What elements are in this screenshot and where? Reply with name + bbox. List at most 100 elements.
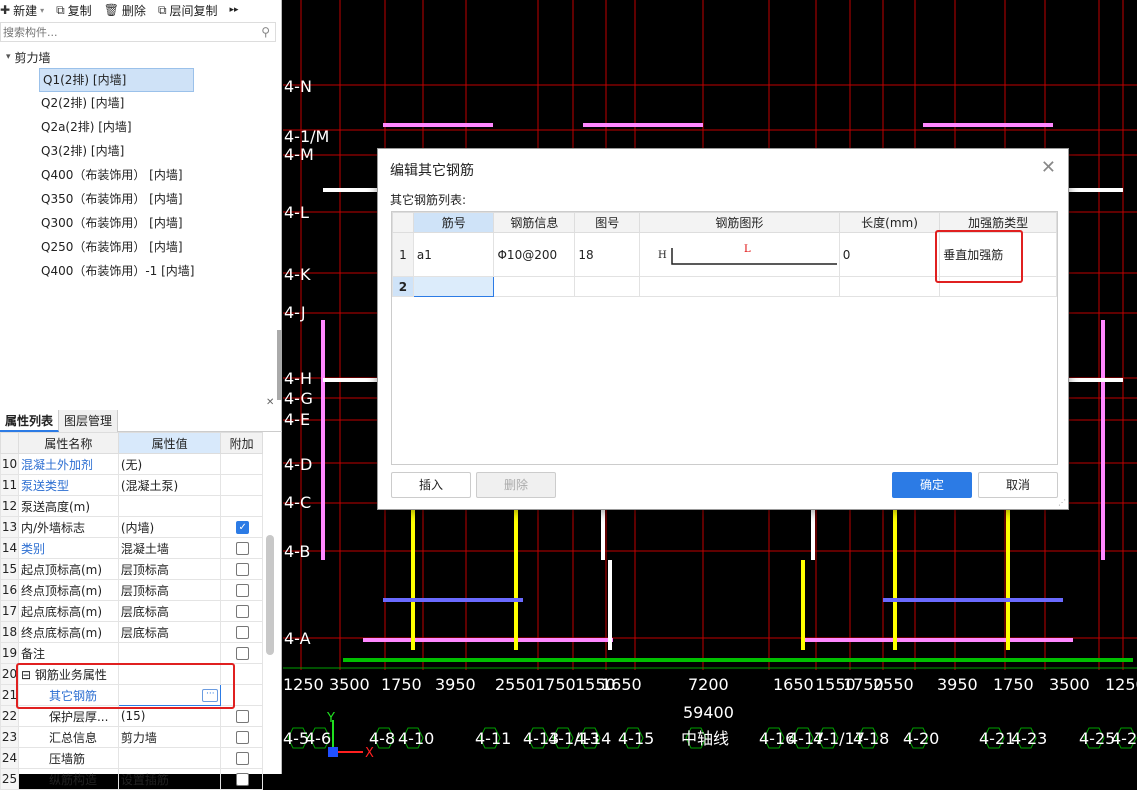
row-axis-label: 4-A (284, 629, 311, 648)
extra-cell (220, 642, 263, 664)
more-button[interactable]: ▸▸ (230, 5, 239, 15)
property-row[interactable]: 17 起点底标高(m) 层底标高 (0, 600, 263, 622)
checkbox[interactable] (236, 542, 250, 555)
cancel-button[interactable]: 取消 (978, 472, 1058, 498)
tree-item[interactable]: Q3(2排) [内墙] (0, 140, 278, 164)
collapse-arrow-icon[interactable]: ▾ (6, 52, 11, 62)
grid-cell[interactable]: a1 (412, 232, 495, 277)
tree-item[interactable]: Q350（布装饰用） [内墙] (0, 188, 278, 212)
row-number: 16 (0, 579, 19, 601)
insert-button[interactable]: 插入 (391, 472, 471, 498)
property-value[interactable]: 剪力墙 (117, 726, 222, 748)
tree-item[interactable]: Q2a(2排) [内墙] (0, 116, 278, 140)
layer-copy-button[interactable]: ⧉ 层间复制 (158, 2, 218, 19)
property-value[interactable] (117, 642, 222, 664)
property-value[interactable]: 层顶标高 (117, 579, 222, 601)
close-icon[interactable]: ✕ (1041, 157, 1056, 178)
property-scrollbar[interactable] (266, 535, 274, 655)
ok-button[interactable]: 确定 (892, 472, 972, 498)
row-axis-label: 4-N (284, 77, 312, 96)
checkbox[interactable] (236, 731, 250, 744)
grid-header[interactable]: 筋号 (412, 212, 495, 233)
tree-scrollbar[interactable] (277, 330, 282, 400)
property-value[interactable]: 设置插筋 (117, 768, 222, 790)
grid-cell[interactable]: 0 (838, 232, 941, 277)
checkbox[interactable] (236, 605, 250, 618)
close-icon[interactable]: ✕ (266, 397, 274, 408)
grid-header[interactable]: 钢筋信息 (493, 212, 576, 233)
grid-cell[interactable] (412, 276, 495, 297)
property-value[interactable]: (内墙) (117, 516, 222, 538)
property-name: 内/外墙标志 (17, 516, 119, 538)
delete-button[interactable]: 删除 (476, 472, 556, 498)
checkbox[interactable] (236, 710, 250, 723)
search-input[interactable] (3, 25, 253, 39)
property-value[interactable]: 层底标高 (117, 600, 222, 622)
col-extra-header: 附加 (220, 432, 263, 454)
tab-properties[interactable]: 属性列表 (0, 410, 60, 432)
column-axis-label: 4-6 (305, 729, 331, 748)
grid-cell[interactable] (493, 276, 576, 297)
grid-header[interactable]: 图号 (574, 212, 641, 233)
property-row[interactable]: 25 纵筋构造 设置插筋 (0, 768, 263, 790)
tree-root[interactable]: ▾ 剪力墙 (0, 46, 278, 68)
extra-cell (220, 747, 263, 769)
extra-cell (220, 768, 263, 790)
property-value[interactable] (117, 495, 222, 517)
checkbox[interactable] (236, 773, 250, 786)
dimension-label: 1250 (283, 675, 324, 694)
column-axis-label: 中轴线 (681, 729, 729, 748)
resize-grip-icon[interactable]: ⋰ (1058, 498, 1066, 507)
tree-item[interactable]: Q250（布装饰用） [内墙] (0, 236, 278, 260)
tree-item[interactable]: Q1(2排) [内墙] (0, 68, 278, 92)
property-row[interactable]: 14 类别 混凝土墙 (0, 537, 263, 559)
property-row[interactable]: 24 压墙筋 (0, 747, 263, 769)
copy-button[interactable]: ⧉ 复制 (56, 2, 92, 19)
search-icon[interactable]: ⚲ (261, 25, 270, 39)
row-number: 15 (0, 558, 19, 580)
tree-item[interactable]: Q300（布装饰用） [内墙] (0, 212, 278, 236)
grid-header[interactable]: 钢筋图形 (639, 212, 840, 233)
rebar-shape-cell[interactable]: H L (639, 232, 840, 277)
property-row[interactable]: 13 内/外墙标志 (内墙) ✓ (0, 516, 263, 538)
grid-cell[interactable]: 18 (574, 232, 641, 277)
checked-checkbox[interactable]: ✓ (236, 521, 250, 534)
property-value[interactable]: 层顶标高 (117, 558, 222, 580)
tree-item[interactable]: Q400（布装饰用）-1 [内墙] (0, 260, 278, 284)
checkbox[interactable] (236, 584, 250, 597)
property-row[interactable]: 16 终点顶标高(m) 层顶标高 (0, 579, 263, 601)
column-axis-label: 4-14 (575, 729, 611, 748)
row-axis-label: 4-E (284, 410, 310, 429)
property-value[interactable]: 层底标高 (117, 621, 222, 643)
delete-button[interactable]: 🗑 删除 (104, 2, 146, 19)
tree-item[interactable]: Q2(2排) [内墙] (0, 92, 278, 116)
property-row[interactable]: 12 泵送高度(m) (0, 495, 263, 517)
property-value[interactable]: 混凝土墙 (117, 537, 222, 559)
grid-cell[interactable] (838, 276, 941, 297)
tree-item[interactable]: Q400（布装饰用） [内墙] (0, 164, 278, 188)
dimension-label: 3950 (435, 675, 476, 694)
property-row[interactable]: 23 汇总信息 剪力墙 (0, 726, 263, 748)
checkbox[interactable] (236, 626, 250, 639)
checkbox[interactable] (236, 563, 250, 576)
checkbox[interactable] (236, 647, 250, 660)
property-row[interactable]: 18 终点底标高(m) 层底标高 (0, 621, 263, 643)
property-row[interactable]: 15 起点顶标高(m) 层顶标高 (0, 558, 263, 580)
property-row[interactable]: 11 泵送类型 (混凝土泵) (0, 474, 263, 496)
tab-layers[interactable]: 图层管理 (59, 410, 119, 432)
grid-cell[interactable] (574, 276, 641, 297)
grid-header[interactable]: 长度(mm) (838, 212, 941, 233)
new-button[interactable]: ✚ 新建 ▾ (0, 2, 44, 19)
checkbox[interactable] (236, 752, 250, 765)
property-row[interactable]: 19 备注 (0, 642, 263, 664)
property-name: 汇总信息 (17, 726, 119, 748)
property-name: 泵送类型 (17, 474, 119, 496)
property-value[interactable]: (无) (117, 453, 222, 475)
grid-cell[interactable] (639, 276, 840, 297)
property-row[interactable]: 10 混凝土外加剂 (无) (0, 453, 263, 475)
dimension-label: 7200 (688, 675, 729, 694)
property-value[interactable]: (混凝土泵) (117, 474, 222, 496)
grid-cell[interactable]: Φ10@200 (493, 232, 576, 277)
property-value[interactable] (117, 747, 222, 769)
dropdown-icon[interactable]: ▾ (40, 6, 44, 15)
